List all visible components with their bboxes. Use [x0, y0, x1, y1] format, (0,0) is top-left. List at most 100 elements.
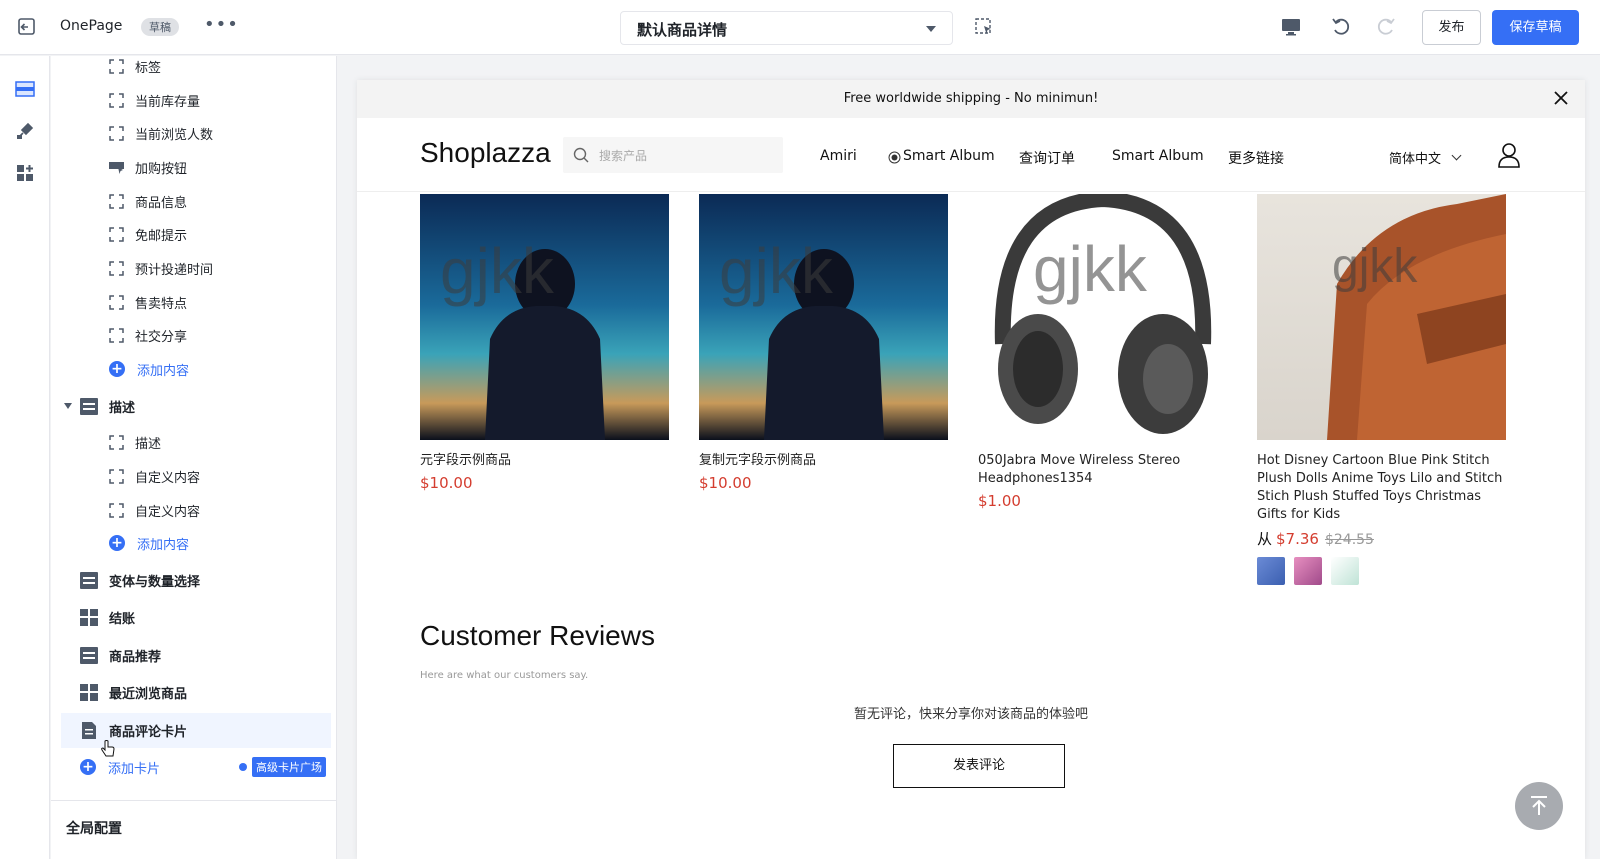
product-price: $10.00 [420, 474, 473, 492]
block-icon [109, 226, 124, 242]
variant-swatch[interactable] [1294, 557, 1322, 585]
section-sidebar: 标签 当前库存量 当前浏览人数 加购按钮 商品信息 免邮提示 预计投递时间 售卖… [51, 56, 337, 859]
user-account-icon[interactable] [1497, 142, 1521, 168]
tree-item-free-shipping[interactable]: 免邮提示 [109, 219, 187, 249]
top-toolbar: OnePage 草稿 ••• 默认商品详情 发布 保存草稿 [0, 0, 1600, 55]
product-price-row: 从 $7.36 $24.55 [1257, 528, 1506, 549]
variant-swatch[interactable] [1257, 557, 1285, 585]
undo-icon[interactable] [1330, 16, 1352, 38]
tree-item-add-to-cart[interactable]: 加购按钮 [109, 152, 187, 182]
product-card[interactable]: gjkk 元字段示例商品 $10.00 [420, 194, 669, 492]
plus-icon: + [109, 361, 125, 377]
expand-caret-icon[interactable] [64, 403, 72, 409]
tree-item-label: 商品信息 [135, 195, 188, 211]
tree-item-stock[interactable]: 当前库存量 [109, 85, 200, 115]
product-image[interactable]: gjkk [420, 194, 669, 440]
apps-icon[interactable] [14, 162, 36, 184]
block-icon [109, 502, 124, 518]
section-checkout[interactable]: 结账 [80, 602, 135, 632]
product-name[interactable]: 050Jabra Move Wireless Stereo Headphones… [978, 452, 1227, 488]
product-card[interactable]: gjkk Hot Disney Cartoon Blue Pink Stitch… [1257, 194, 1506, 585]
watermark: gjkk [440, 235, 554, 307]
reviews-title: Customer Reviews [420, 620, 655, 651]
section-label: 结账 [109, 611, 136, 627]
grid-section-icon [80, 683, 98, 701]
tree-item-tag[interactable]: 标签 [109, 56, 161, 81]
nav-link-order-lookup[interactable]: 查询订单 [1019, 148, 1075, 168]
add-card-button[interactable]: + 添加卡片 [80, 752, 160, 782]
tree-item-label: 预计投递时间 [135, 262, 214, 278]
product-image[interactable]: gjkk [699, 194, 948, 440]
select-element-icon[interactable] [975, 18, 993, 36]
publish-button[interactable]: 发布 [1422, 10, 1481, 45]
tree-item-label: 加购按钮 [135, 161, 188, 177]
block-icon [109, 92, 124, 108]
template-select[interactable]: 默认商品详情 [620, 11, 953, 45]
section-icon [80, 397, 98, 415]
save-draft-button[interactable]: 保存草稿 [1492, 10, 1579, 45]
section-recommendations[interactable]: 商品推荐 [80, 640, 161, 670]
document-section-icon [82, 721, 96, 739]
variant-swatch[interactable] [1331, 557, 1359, 585]
search-placeholder: 搜索产品 [599, 149, 648, 163]
redo-icon[interactable] [1375, 16, 1397, 38]
nav-link-smart-album[interactable]: Smart Album [903, 148, 995, 164]
chevron-down-icon [1451, 150, 1462, 161]
section-description[interactable]: 描述 [80, 391, 135, 421]
add-content-button[interactable]: + 添加内容 [109, 354, 189, 384]
plus-icon: + [80, 759, 96, 775]
tree-item-viewers[interactable]: 当前浏览人数 [109, 118, 213, 148]
nav-link-more[interactable]: 更多链接 [1228, 148, 1284, 168]
tree-item-social-share[interactable]: 社交分享 [109, 320, 187, 350]
template-select-value: 默认商品详情 [637, 21, 728, 39]
section-recently-viewed[interactable]: 最近浏览商品 [80, 677, 187, 707]
exit-icon[interactable] [16, 16, 38, 38]
desktop-preview-icon[interactable] [1280, 17, 1302, 37]
advanced-card-square-label: 高级卡片广场 [252, 757, 326, 777]
app-name: OnePage [60, 18, 123, 34]
tree-item-label: 描述 [135, 436, 162, 452]
tree-item-selling-points[interactable]: 售卖特点 [109, 287, 187, 317]
close-icon[interactable] [1553, 90, 1569, 106]
theme-style-icon[interactable] [14, 120, 36, 142]
product-image[interactable]: gjkk [978, 194, 1227, 440]
add-card-label: 添加卡片 [108, 761, 161, 777]
product-name[interactable]: 元字段示例商品 [420, 452, 669, 470]
product-name[interactable]: Hot Disney Cartoon Blue Pink Stitch Plus… [1257, 452, 1506, 524]
more-options-button[interactable]: ••• [204, 14, 239, 35]
product-price: $7.36 [1276, 530, 1319, 548]
add-content-button[interactable]: + 添加内容 [109, 528, 189, 558]
tree-item-description[interactable]: 描述 [109, 427, 161, 457]
global-config-link[interactable]: 全局配置 [66, 818, 122, 838]
dot-icon [239, 763, 247, 771]
section-label: 商品评论卡片 [109, 724, 188, 740]
grid-section-icon [80, 608, 98, 626]
sections-icon[interactable] [14, 78, 36, 100]
leather-bag-icon [1327, 194, 1506, 440]
tree-item-custom-content[interactable]: 自定义内容 [109, 461, 200, 491]
tree-item-product-info[interactable]: 商品信息 [109, 186, 187, 216]
tree-item-label: 自定义内容 [135, 504, 201, 520]
product-card[interactable]: gjkk 复制元字段示例商品 $10.00 [699, 194, 948, 492]
arrow-up-icon [1531, 796, 1547, 815]
advanced-card-square-link[interactable]: 高级卡片广场 [239, 757, 326, 777]
language-select[interactable]: 简体中文 [1389, 148, 1441, 167]
tree-item-label: 社交分享 [135, 329, 188, 345]
write-review-button[interactable]: 发表评论 [893, 744, 1065, 788]
store-search-input[interactable]: 搜索产品 [563, 137, 783, 173]
store-logo[interactable]: Shoplazza [420, 137, 551, 169]
section-review-card[interactable]: 商品评论卡片 [80, 715, 187, 745]
store-preview: Free worldwide shipping - No minimun! Sh… [357, 80, 1585, 859]
sidebar-divider [51, 800, 336, 801]
tree-item-label: 当前浏览人数 [135, 127, 214, 143]
nav-link-smart-album-2[interactable]: Smart Album [1112, 148, 1204, 164]
tree-item-custom-content[interactable]: 自定义内容 [109, 495, 200, 525]
section-variant-quantity[interactable]: 变体与数量选择 [80, 565, 200, 595]
tree-item-delivery-time[interactable]: 预计投递时间 [109, 253, 213, 283]
add-content-label: 添加内容 [137, 537, 190, 553]
product-card[interactable]: gjkk 050Jabra Move Wireless Stereo Headp… [978, 194, 1227, 510]
product-image[interactable]: gjkk [1257, 194, 1506, 440]
back-to-top-button[interactable] [1515, 782, 1563, 830]
nav-link-amiri[interactable]: Amiri [820, 148, 857, 164]
product-name[interactable]: 复制元字段示例商品 [699, 452, 948, 470]
